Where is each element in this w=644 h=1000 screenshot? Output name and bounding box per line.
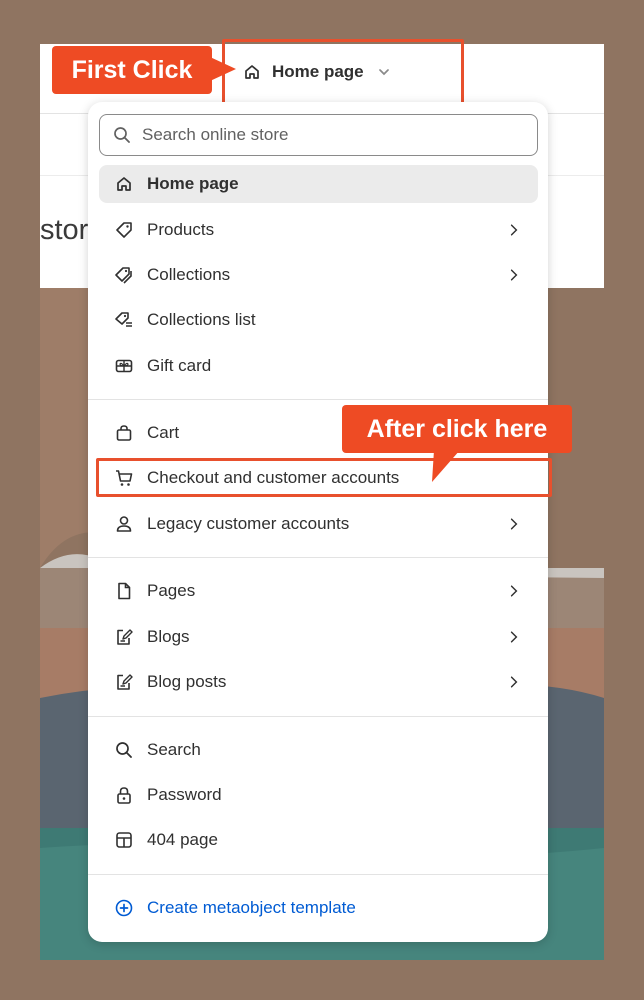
tag-list-icon xyxy=(115,312,132,327)
search-icon xyxy=(116,742,132,758)
tag-icon xyxy=(116,222,132,238)
menu-item-gift-card[interactable]: Gift card xyxy=(99,347,538,385)
chevron-right-icon xyxy=(510,269,518,281)
gift-card-icon xyxy=(115,359,133,373)
menu-item-label: Collections list xyxy=(147,310,256,329)
search-icon xyxy=(114,127,130,143)
first-click-highlight xyxy=(222,39,464,106)
menu-item-label: Search xyxy=(147,740,201,759)
menu-item-label: 404 page xyxy=(147,830,218,849)
menu-item-products[interactable]: Products xyxy=(99,211,538,249)
first-click-callout-pointer xyxy=(210,57,236,81)
bag-icon xyxy=(116,425,132,441)
chevron-right-icon xyxy=(510,518,518,530)
menu-item-label: Cart xyxy=(147,423,180,442)
menu-item-home-page[interactable]: Home page xyxy=(99,165,538,203)
menu-item-legacy-customer-accounts[interactable]: Legacy customer accounts xyxy=(99,505,538,543)
after-click-label: After click here xyxy=(366,414,548,443)
menu-divider xyxy=(88,874,548,875)
page-picker-menu: Search online store Home page Products C… xyxy=(88,102,548,942)
after-click-highlight xyxy=(96,458,552,497)
create-template-label: Create metaobject template xyxy=(147,898,356,917)
search-input[interactable]: Search online store xyxy=(99,114,538,156)
create-metaobject-template-link[interactable]: Create metaobject template xyxy=(99,889,538,927)
first-click-callout: First Click xyxy=(52,46,212,94)
home-icon xyxy=(117,177,131,191)
layout-icon xyxy=(116,832,132,848)
menu-item-collections-list[interactable]: Collections list xyxy=(99,301,538,339)
person-icon xyxy=(116,516,132,532)
menu-item-label: Gift card xyxy=(147,356,212,375)
after-click-callout: After click here xyxy=(342,405,572,453)
after-click-callout-pointer xyxy=(432,450,460,482)
search-placeholder: Search online store xyxy=(142,125,289,144)
menu-item-password[interactable]: Password xyxy=(99,776,538,814)
menu-divider xyxy=(88,399,548,400)
menu-item-blogs[interactable]: Blogs xyxy=(99,618,538,656)
menu-item-pages[interactable]: Pages xyxy=(99,572,538,610)
menu-divider xyxy=(88,716,548,717)
first-click-label: First Click xyxy=(71,55,193,84)
store-title-partial: stor xyxy=(40,214,89,246)
chevron-right-icon xyxy=(510,631,518,643)
chevron-right-icon xyxy=(510,224,518,236)
lock-icon xyxy=(117,787,131,804)
menu-divider xyxy=(88,557,548,558)
menu-item-label: Blog posts xyxy=(147,672,227,691)
menu-item-search[interactable]: Search xyxy=(99,731,538,769)
plus-circle-icon xyxy=(115,899,133,917)
menu-item-label: Pages xyxy=(147,581,196,600)
blog-icon xyxy=(117,629,133,645)
menu-item-404-page[interactable]: 404 page xyxy=(99,821,538,859)
menu-item-label: Blogs xyxy=(147,627,190,646)
menu-item-label: Collections xyxy=(147,265,231,284)
menu-item-label: Password xyxy=(147,785,222,804)
menu-item-label: Legacy customer accounts xyxy=(147,514,350,533)
chevron-right-icon xyxy=(510,676,518,688)
chevron-right-icon xyxy=(510,585,518,597)
page-icon xyxy=(118,582,131,600)
tags-icon xyxy=(115,267,132,284)
menu-item-label: Home page xyxy=(147,174,239,193)
menu-item-label: Products xyxy=(147,220,215,239)
blog-post-icon xyxy=(117,674,133,690)
menu-item-blog-posts[interactable]: Blog posts xyxy=(99,663,538,701)
menu-item-collections[interactable]: Collections xyxy=(99,256,538,294)
